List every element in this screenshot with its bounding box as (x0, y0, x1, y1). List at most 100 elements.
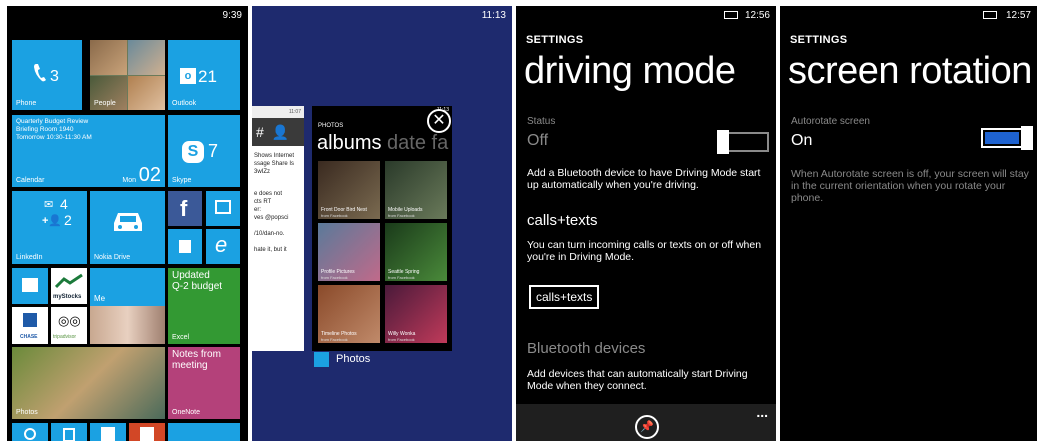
chase-label: CHASE (20, 334, 38, 340)
bluetooth-devices-header: Bluetooth devices (527, 340, 646, 357)
alarm-tile[interactable] (12, 423, 48, 441)
toggle-knob (1021, 126, 1033, 150)
calendar-event-title: Quarterly Budget Review (16, 118, 89, 125)
partial-tile[interactable] (168, 423, 240, 441)
calendar-day: Mon (122, 177, 136, 184)
photos-tile[interactable]: Photos (12, 347, 165, 419)
tripadvisor-label: tripadvisor (53, 334, 77, 340)
status-time: 9:39 (222, 10, 242, 21)
internet-explorer-tile[interactable]: e (206, 229, 240, 264)
hashtag-icon: # 👤 (252, 118, 304, 146)
pivot-albums[interactable]: albums (317, 132, 381, 154)
app-card-photos[interactable]: 11:13 PHOTOS albums date fa Front Door B… (312, 106, 452, 351)
powerpoint-icon (140, 427, 154, 441)
screen-rotation-settings: 12:57 SETTINGS screen rotation Autorotat… (780, 6, 1037, 441)
outlook-tile[interactable]: o 21 Outlook (168, 40, 240, 110)
onenote-line1: Notes from (172, 349, 221, 360)
album-item[interactable]: Timeline Photos from Facebook (318, 285, 380, 343)
album-item[interactable]: Seattle Spring from Facebook (385, 223, 447, 281)
mystocks-label: myStocks (53, 294, 82, 300)
photos-label: Photos (16, 409, 38, 416)
phone-icon (34, 64, 46, 82)
phone-count: 3 (50, 68, 59, 85)
skype-tile[interactable]: S 7 Skype (168, 115, 240, 187)
card-time: 11:07 (252, 106, 304, 118)
small-mail-tile[interactable] (12, 268, 48, 304)
onenote-tile[interactable]: Notes from meeting OneNote (168, 347, 240, 419)
bluetooth-description: Add devices that can automatically start… (527, 368, 748, 392)
autorotate-label: Autorotate screen (791, 116, 870, 127)
calls-texts-description: You can turn incoming calls or texts on … (527, 239, 762, 263)
onenote-label: OneNote (172, 409, 201, 416)
messaging-tile[interactable] (206, 191, 240, 226)
linkedin-people-count: 2 (64, 212, 72, 228)
me-label: Me (94, 294, 106, 303)
driving-mode-settings: 12:56 SETTINGS driving mode Status Off A… (516, 6, 776, 441)
start-screen: 9:39 3 Phone People o 21 Outlook Quarter… (7, 6, 248, 441)
calculator-tile[interactable] (51, 423, 87, 441)
outlook-label: Outlook (172, 100, 197, 107)
chase-tile[interactable]: CHASE (12, 307, 48, 344)
word-tile[interactable] (90, 423, 126, 441)
facebook-tile[interactable]: f (168, 191, 202, 226)
excel-line2: Q-2 budget (172, 281, 223, 292)
internet-explorer-icon: e (215, 232, 228, 257)
autorotate-description: When Autorotate screen is off, your scre… (791, 168, 1029, 204)
driving-mode-toggle[interactable] (717, 130, 769, 154)
close-icon[interactable]: ✕ (427, 109, 451, 133)
people-tile[interactable]: People (90, 40, 165, 110)
powerpoint-tile[interactable] (129, 423, 165, 441)
album-item[interactable]: Front Door Bird Nest from Facebook (318, 161, 380, 219)
people-label: People (94, 100, 116, 107)
phone-label: Phone (16, 100, 37, 107)
mystocks-tile[interactable]: myStocks (51, 268, 87, 304)
autorotate-toggle[interactable] (981, 126, 1033, 150)
calendar-event-room: Briefing Room 1940 (16, 126, 74, 133)
album-item[interactable]: Willy Wonka from Facebook (385, 285, 447, 343)
skype-count: 7 (208, 141, 219, 161)
word-icon (101, 427, 115, 441)
more-button[interactable]: ... (756, 404, 768, 420)
alarm-icon (24, 428, 36, 440)
status-time: 12:56 (744, 10, 770, 21)
chase-icon (23, 313, 37, 327)
facebook-icon: f (180, 196, 188, 221)
page-title: driving mode (524, 50, 736, 92)
pivot-date[interactable]: date fa (387, 132, 448, 154)
store-icon (179, 240, 191, 253)
linkedin-tile[interactable]: ✉ 4 +👤 2 LinkedIn (12, 191, 87, 264)
app-card-previous[interactable]: 11:07 # 👤 Shows Internet ssage Share Is … (252, 106, 304, 351)
photos-app-icon (314, 352, 329, 367)
album-item[interactable]: Mobile Uploads from Facebook (385, 161, 447, 219)
tweet-lines: Shows Internet ssage Share Is 3wIZz e do… (254, 153, 295, 253)
mail-icon: ✉ (44, 199, 54, 211)
calendar-event-time: Tomorrow 10:30-11:30 AM (16, 134, 92, 141)
status-value: Off (527, 132, 549, 149)
pencil-icon (22, 278, 38, 292)
calendar-tile[interactable]: Quarterly Budget Review Briefing Room 19… (12, 115, 165, 187)
excel-tile[interactable]: Updated Q-2 budget Excel (168, 268, 240, 344)
onenote-line2: meeting (172, 360, 208, 371)
settings-header: SETTINGS (526, 34, 584, 46)
tripadvisor-tile[interactable]: ◎◎ tripadvisor (51, 307, 87, 344)
settings-header: SETTINGS (790, 34, 848, 46)
nokia-drive-label: Nokia Drive (94, 254, 131, 261)
album-item[interactable]: Profile Pictures from Facebook (318, 223, 380, 281)
store-tile[interactable] (168, 229, 202, 264)
calls-texts-button[interactable]: calls+texts (529, 285, 600, 309)
nokia-drive-tile[interactable]: Nokia Drive (90, 191, 165, 264)
page-title: screen rotation (788, 50, 1032, 92)
linkedin-mail-count: 4 (60, 196, 68, 212)
status-time: 11:13 (481, 10, 506, 21)
me-tile[interactable]: Me (90, 268, 165, 344)
phone-tile[interactable]: 3 Phone (12, 40, 82, 110)
pin-icon[interactable]: 📌 (635, 415, 659, 439)
photos-header: PHOTOS (318, 123, 344, 129)
excel-line1: Updated (172, 270, 210, 281)
messaging-icon (215, 200, 231, 214)
add-person-icon: +👤 (42, 215, 63, 227)
app-bar: 📌 ... (516, 404, 776, 441)
driving-description: Add a Bluetooth device to have Driving M… (527, 167, 761, 191)
calendar-date: 02 (138, 164, 161, 186)
toggle-fill (985, 132, 1019, 144)
